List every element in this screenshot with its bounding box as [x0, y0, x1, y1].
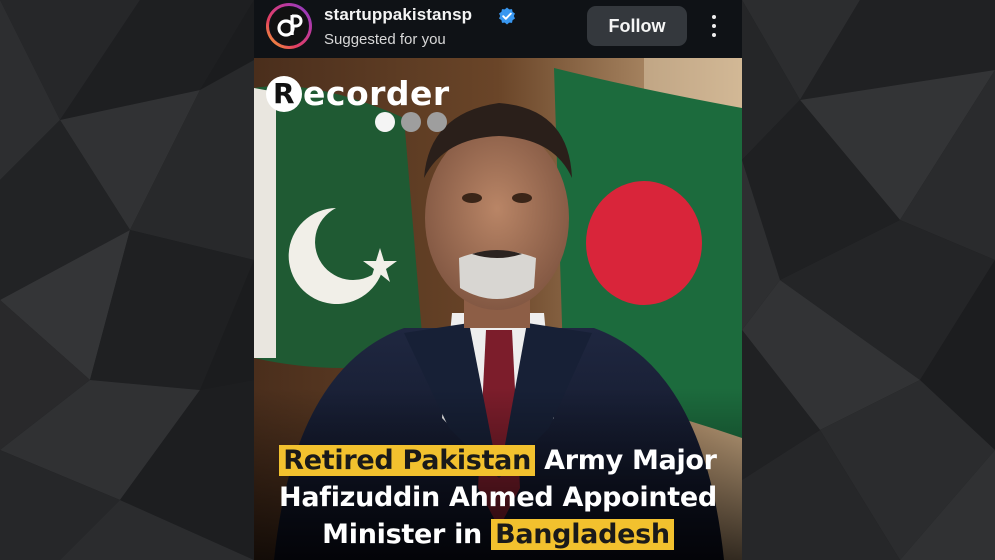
instagram-post: startuppakistansp Suggested for you Foll…: [254, 0, 742, 560]
headline-text: Hafizuddin Ahmed Appointed: [279, 482, 717, 513]
headline: Retired Pakistan Army Major Hafizuddin A…: [254, 442, 742, 553]
carousel-dot-active[interactable]: [375, 112, 395, 132]
carousel-indicator: [375, 112, 447, 132]
headline-highlight: Retired Pakistan: [279, 445, 536, 476]
verified-badge-icon: [499, 7, 515, 25]
headline-text: Army Major: [535, 445, 717, 476]
recorder-logo: Recorder: [266, 74, 450, 113]
more-options-icon[interactable]: [704, 10, 724, 42]
follow-button[interactable]: Follow: [587, 6, 687, 46]
carousel-dot[interactable]: [401, 112, 421, 132]
headline-highlight: Bangladesh: [491, 519, 674, 550]
headline-text: Minister in: [322, 519, 492, 550]
suggested-label: Suggested for you: [324, 31, 446, 48]
post-header: startuppakistansp Suggested for you Foll…: [254, 0, 742, 58]
startup-pakistan-logo-icon: [277, 14, 303, 37]
username[interactable]: startuppakistansp: [324, 5, 472, 25]
avatar[interactable]: [266, 3, 312, 49]
carousel-dot[interactable]: [427, 112, 447, 132]
